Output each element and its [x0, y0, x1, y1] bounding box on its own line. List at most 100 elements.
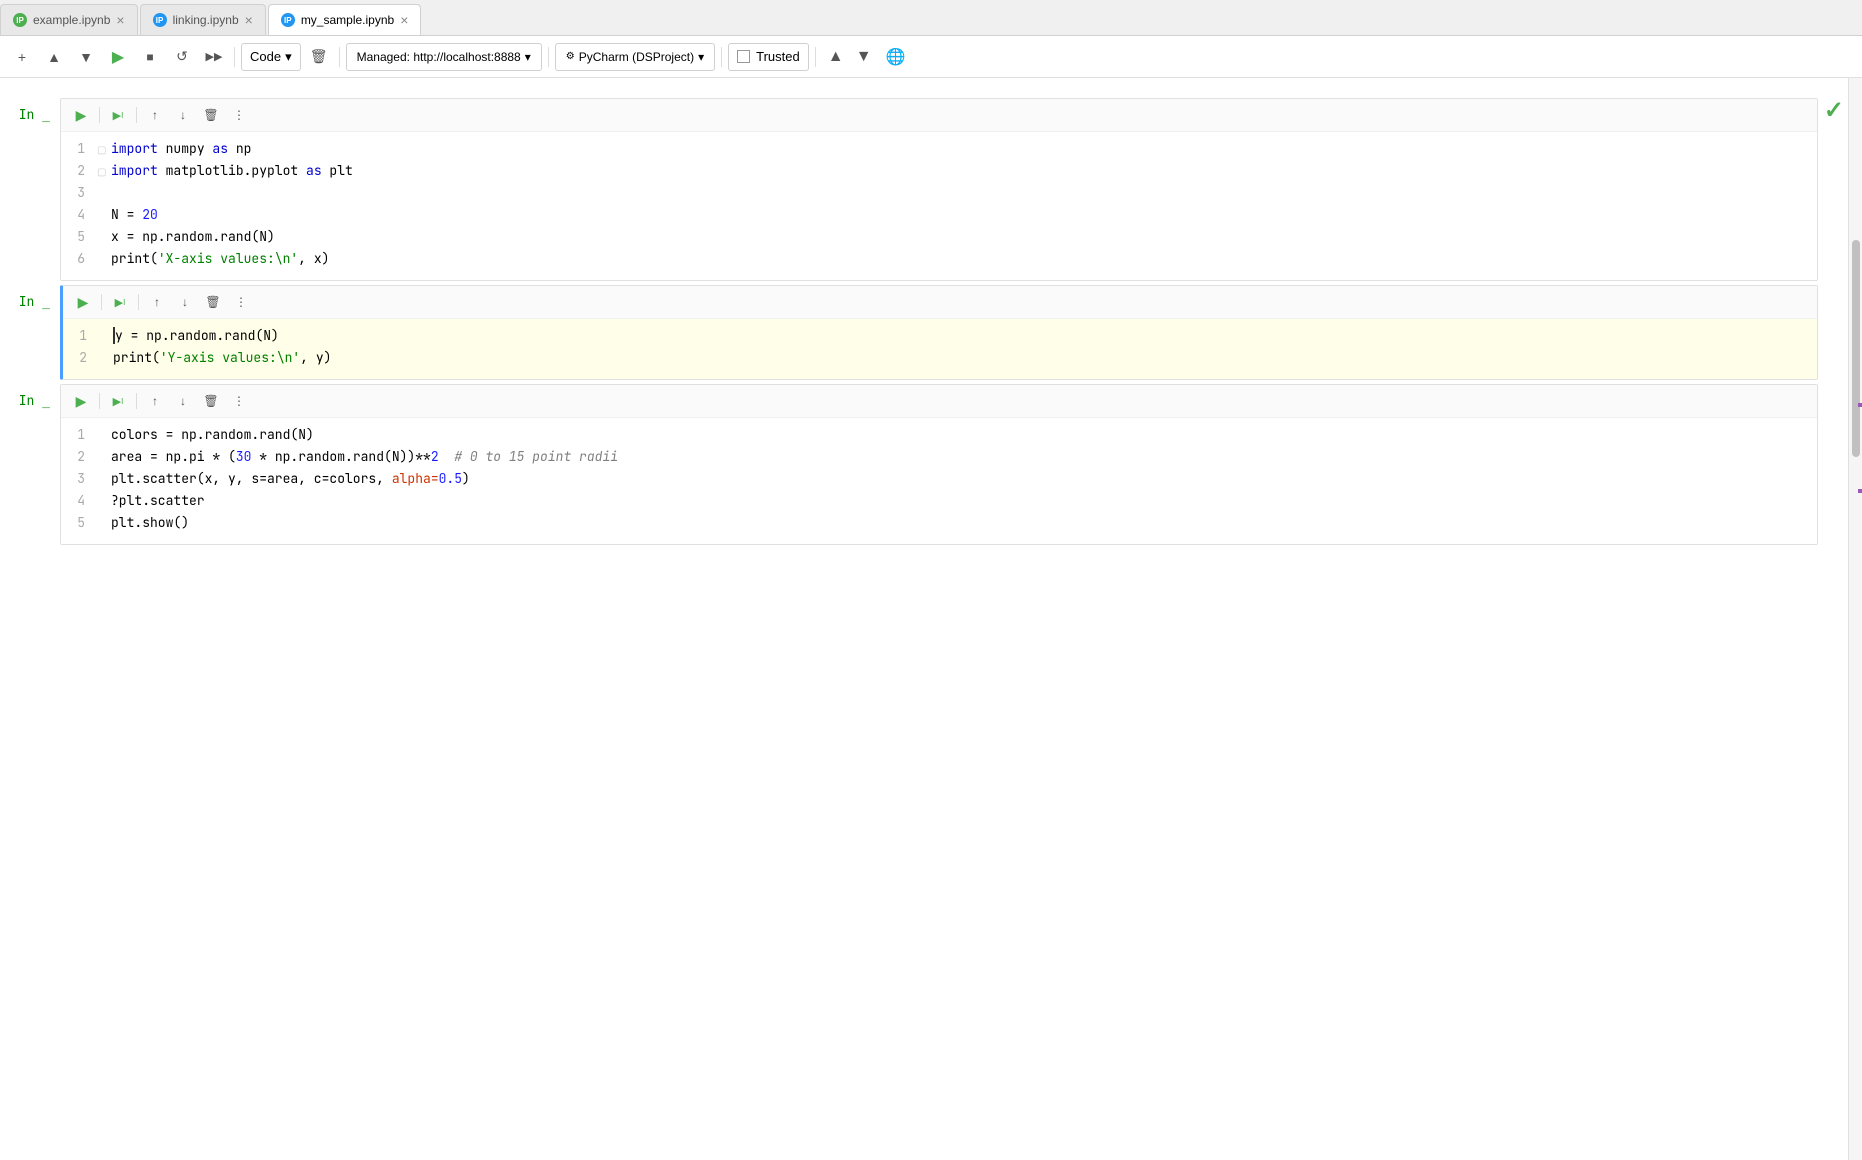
cell-content-3: 1 colors = np.random.rand(N) 2 area = np…: [61, 418, 1817, 544]
cell-divider-3b: [136, 393, 137, 409]
cell-run-1[interactable]: ▶: [69, 103, 93, 127]
code-line-3-1: 1 colors = np.random.rand(N): [61, 426, 1817, 448]
delete-cell-button[interactable]: 🗑: [305, 43, 333, 71]
cell-delete-3[interactable]: 🗑: [199, 389, 223, 413]
nav-up-button[interactable]: ▲: [822, 43, 850, 71]
tab-my-sample[interactable]: IP my_sample.ipynb ×: [268, 4, 422, 35]
cell-container-2: In _ ▶ ▶I ↑ ↓ 🗑 ⋮ 1 y = np.random.r: [0, 285, 1848, 380]
code-line-1-4: 4 N = 20: [61, 206, 1817, 228]
toolbar-divider-3: [548, 47, 549, 67]
trusted-area[interactable]: Trusted: [728, 43, 809, 71]
scrollbar-mark-2: [1858, 489, 1862, 493]
cell-down-2[interactable]: ↓: [173, 290, 197, 314]
cell-down-3[interactable]: ↓: [171, 389, 195, 413]
add-cell-button[interactable]: +: [8, 43, 36, 71]
cell-type-arrow: ▾: [285, 49, 292, 65]
cell-toolbar-1: ▶ ▶I ↑ ↓ 🗑 ⋮: [61, 99, 1817, 132]
cell-divider-2b: [138, 294, 139, 310]
code-line-1-5: 5 x = np.random.rand(N): [61, 228, 1817, 250]
code-line-3-5: 5 plt.show(): [61, 514, 1817, 536]
cell-body-2[interactable]: ▶ ▶I ↑ ↓ 🗑 ⋮ 1 y = np.random.rand(N): [60, 285, 1818, 380]
move-up-button[interactable]: ▲: [40, 43, 68, 71]
cell-content-2: 1 y = np.random.rand(N) 2 print('Y-axis …: [63, 319, 1817, 379]
toolbar-divider-2: [339, 47, 340, 67]
code-line-3-2: 2 area = np.pi * (30 * np.random.rand(N)…: [61, 448, 1817, 470]
pycharm-arrow: ▾: [698, 50, 704, 64]
tab-label-example: example.ipynb: [33, 13, 110, 27]
pycharm-label: PyCharm (DSProject): [579, 50, 694, 64]
tab-label-my-sample: my_sample.ipynb: [301, 13, 394, 27]
kernel-arrow: ▾: [525, 50, 531, 64]
scrollbar-mark-1: [1858, 403, 1862, 407]
kernel-dropdown[interactable]: Managed: http://localhost:8888 ▾: [346, 43, 542, 71]
tab-label-linking: linking.ipynb: [173, 13, 239, 27]
cell-container-3: In _ ▶ ▶I ↑ ↓ 🗑 ⋮ 1 colors = np.ran: [0, 384, 1848, 545]
code-line-1-2: 2 ▢ import matplotlib.pyplot as plt: [61, 162, 1817, 184]
restart-button[interactable]: ↺: [168, 43, 196, 71]
nav-arrows: ▲ ▼: [822, 43, 878, 71]
code-line-2-1: 1 y = np.random.rand(N): [63, 327, 1817, 349]
code-line-2-2: 2 print('Y-axis values:\n', y): [63, 349, 1817, 371]
cell-divider-2a: [101, 294, 102, 310]
cell-up-3[interactable]: ↑: [143, 389, 167, 413]
cell-more-2[interactable]: ⋮: [229, 290, 253, 314]
notebook: In _ ▶ ▶I ↑ ↓ 🗑 ⋮ 1 ▢ import numpy a: [0, 78, 1848, 1160]
code-line-1-3: 3: [61, 184, 1817, 206]
pycharm-icon: ⚙: [566, 51, 575, 62]
cell-container-1: In _ ▶ ▶I ↑ ↓ 🗑 ⋮ 1 ▢ import numpy a: [0, 98, 1848, 281]
cell-label-3: In _: [0, 384, 60, 409]
cell-divider-1b: [136, 107, 137, 123]
content-area: In _ ▶ ▶I ↑ ↓ 🗑 ⋮ 1 ▢ import numpy a: [0, 78, 1862, 1160]
tab-close-linking[interactable]: ×: [245, 13, 253, 27]
code-line-3-3: 3 plt.scatter(x, y, s=area, c=colors, al…: [61, 470, 1817, 492]
tab-icon-example: IP: [13, 13, 27, 27]
cell-run-3[interactable]: ▶: [69, 389, 93, 413]
cell-run-cursor-2[interactable]: ▶I: [108, 290, 132, 314]
cell-content-1: 1 ▢ import numpy as np 2 ▢ import matplo…: [61, 132, 1817, 280]
move-down-button[interactable]: ▼: [72, 43, 100, 71]
tab-icon-my-sample: IP: [281, 13, 295, 27]
code-line-1-6: 6 print('X-axis values:\n', x): [61, 250, 1817, 272]
tab-close-example[interactable]: ×: [116, 13, 124, 27]
tab-example[interactable]: IP example.ipynb ×: [0, 4, 138, 35]
cell-label-2: In _: [0, 285, 60, 310]
check-mark: ✓: [1824, 96, 1844, 125]
scrollbar-track[interactable]: [1848, 78, 1862, 1160]
cell-more-1[interactable]: ⋮: [227, 103, 251, 127]
internet-button[interactable]: 🌐: [882, 43, 910, 71]
cell-body-1[interactable]: ▶ ▶I ↑ ↓ 🗑 ⋮ 1 ▢ import numpy as np: [60, 98, 1818, 281]
trusted-checkbox[interactable]: [737, 50, 750, 63]
fold-icon-1: ▢: [97, 145, 106, 156]
cell-toolbar-2: ▶ ▶I ↑ ↓ 🗑 ⋮: [63, 286, 1817, 319]
cell-up-2[interactable]: ↑: [145, 290, 169, 314]
nav-down-button[interactable]: ▼: [850, 43, 878, 71]
cell-divider-1a: [99, 107, 100, 123]
tab-linking[interactable]: IP linking.ipynb ×: [140, 4, 266, 35]
pycharm-dropdown[interactable]: ⚙ PyCharm (DSProject) ▾: [555, 43, 715, 71]
run-button[interactable]: ▶: [104, 43, 132, 71]
cell-delete-2[interactable]: 🗑: [201, 290, 225, 314]
fold-icon-2: ▢: [97, 167, 106, 178]
cell-divider-3a: [99, 393, 100, 409]
toolbar-divider-1: [234, 47, 235, 67]
cell-run-cursor-3[interactable]: ▶I: [106, 389, 130, 413]
cell-label-1: In _: [0, 98, 60, 123]
code-line-1-1: 1 ▢ import numpy as np: [61, 140, 1817, 162]
cell-type-label: Code: [250, 49, 281, 64]
cell-down-1[interactable]: ↓: [171, 103, 195, 127]
cell-type-dropdown[interactable]: Code ▾: [241, 43, 301, 71]
tab-close-my-sample[interactable]: ×: [400, 13, 408, 27]
cell-run-2[interactable]: ▶: [71, 290, 95, 314]
scrollbar-thumb[interactable]: [1852, 240, 1860, 456]
cell-up-1[interactable]: ↑: [143, 103, 167, 127]
run-all-button[interactable]: ▶▶: [200, 43, 228, 71]
cell-run-cursor-1[interactable]: ▶I: [106, 103, 130, 127]
cell-delete-1[interactable]: 🗑: [199, 103, 223, 127]
trusted-label: Trusted: [756, 49, 800, 64]
cell-body-3[interactable]: ▶ ▶I ↑ ↓ 🗑 ⋮ 1 colors = np.random.rand(N…: [60, 384, 1818, 545]
cell-more-3[interactable]: ⋮: [227, 389, 251, 413]
tab-bar: IP example.ipynb × IP linking.ipynb × IP…: [0, 0, 1862, 36]
code-line-3-4: 4 ?plt.scatter: [61, 492, 1817, 514]
kernel-label: Managed: http://localhost:8888: [357, 50, 521, 64]
interrupt-button[interactable]: ■: [136, 43, 164, 71]
